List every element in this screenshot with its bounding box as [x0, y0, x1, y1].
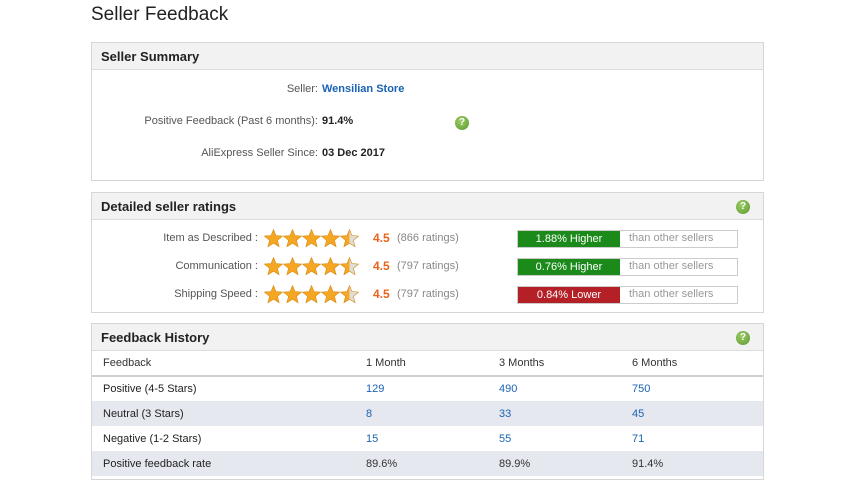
row-label: Negative (1-2 Stars) [103, 432, 202, 445]
comparison-badge: 0.84% Lower [518, 287, 620, 303]
seller-summary-header: Seller Summary [92, 43, 763, 70]
star-icon [301, 229, 322, 248]
star-icon [339, 257, 360, 276]
star-icon [301, 257, 322, 276]
seller-summary-title: Seller Summary [101, 49, 200, 64]
rating-label: Item as Described : [163, 232, 258, 244]
table-header-row: Feedback 1 Month 3 Months 6 Months [92, 351, 763, 377]
star-icon [339, 285, 360, 304]
column-header: Feedback [92, 351, 366, 377]
rating-count: (797 ratings) [397, 260, 459, 272]
star-icon [339, 229, 360, 248]
column-header: 1 Month [366, 351, 499, 377]
row-label: Neutral (3 Stars) [92, 401, 366, 426]
seller-row: Seller: Wensilian Store [92, 83, 763, 99]
rate-value: 91.4% [632, 451, 763, 476]
seller-label: Seller: [286, 83, 318, 95]
table-row: Positive (4-5 Stars) 129 490 750 [92, 376, 763, 401]
count-link[interactable]: 129 [366, 376, 499, 401]
star-icon [264, 229, 284, 248]
seller-name-link[interactable]: Wensilian Store [322, 83, 404, 95]
rating-row-communication: Communication : 4.5 (797 ratings) 0.76% … [92, 257, 763, 277]
seller-since-value: 03 Dec 2017 [322, 147, 385, 159]
rating-count: (797 ratings) [397, 288, 459, 300]
star-icon [320, 229, 341, 248]
comparison-text: than other sellers [629, 232, 714, 244]
rating-row-item-described: Item as Described : 4.5 (866 ratings) 1.… [92, 229, 763, 249]
count-link[interactable]: 8 [366, 401, 499, 426]
star-rating-icon [264, 285, 360, 304]
rating-row-shipping-speed: Shipping Speed : 4.5 (797 ratings) 0.84%… [92, 285, 763, 305]
star-icon [320, 285, 341, 304]
table-row: Negative (1-2 Stars) 15 55 71 [92, 426, 763, 451]
comparison-badge: 1.88% Higher [518, 231, 620, 247]
star-icon [264, 285, 284, 304]
count-link[interactable]: 750 [632, 376, 763, 401]
count-link[interactable]: 490 [499, 376, 632, 401]
feedback-history-panel: Feedback History ? Feedback 1 Month 3 Mo… [91, 323, 764, 480]
comparison-box: 0.76% Higher than other sellers [517, 258, 738, 276]
count-link[interactable]: 45 [632, 401, 763, 426]
seller-summary-panel: Seller Summary Seller: Wensilian Store P… [91, 42, 764, 181]
positive-feedback-row: Positive Feedback (Past 6 months): 91.4%… [92, 115, 763, 131]
row-label: Positive (4-5 Stars) [103, 383, 197, 395]
rating-count: (866 ratings) [397, 232, 459, 244]
rate-value: 89.6% [366, 451, 499, 476]
comparison-text: than other sellers [629, 260, 714, 272]
rating-label: Communication : [175, 260, 258, 272]
star-rating-icon [264, 257, 360, 276]
positive-feedback-value: 91.4% [322, 115, 354, 127]
comparison-box: 1.88% Higher than other sellers [517, 230, 738, 248]
star-icon [320, 257, 341, 276]
comparison-box: 0.84% Lower than other sellers [517, 286, 738, 304]
star-rating-icon [264, 229, 360, 248]
star-icon [301, 285, 322, 304]
seller-since-row: AliExpress Seller Since: 03 Dec 2017 [92, 147, 763, 163]
feedback-history-header: Feedback History ? [92, 324, 763, 351]
question-icon[interactable]: ? [455, 116, 469, 130]
seller-since-label: AliExpress Seller Since: [201, 147, 318, 159]
rating-score: 4.5 [373, 287, 390, 301]
question-icon[interactable]: ? [736, 200, 750, 214]
star-icon [282, 257, 303, 276]
star-icon [282, 229, 303, 248]
rating-label: Shipping Speed : [174, 288, 258, 300]
star-icon [282, 285, 303, 304]
column-header: 3 Months [499, 351, 632, 377]
detailed-ratings-title: Detailed seller ratings [101, 199, 237, 214]
rating-score: 4.5 [373, 259, 390, 273]
table-row: Neutral (3 Stars) 8 33 45 [92, 401, 763, 426]
count-link[interactable]: 55 [499, 426, 632, 451]
table-row: Positive feedback rate 89.6% 89.9% 91.4% [92, 451, 763, 476]
page-title: Seller Feedback [91, 4, 229, 25]
detailed-ratings-header: Detailed seller ratings ? [92, 193, 763, 220]
comparison-text: than other sellers [629, 288, 714, 300]
star-icon [264, 257, 284, 276]
comparison-badge: 0.76% Higher [518, 259, 620, 275]
question-icon[interactable]: ? [736, 331, 750, 345]
row-label: Positive feedback rate [92, 451, 366, 476]
column-header: 6 Months [632, 351, 763, 377]
rate-value: 89.9% [499, 451, 632, 476]
count-link[interactable]: 15 [366, 426, 499, 451]
feedback-history-title: Feedback History [101, 330, 210, 345]
count-link[interactable]: 71 [632, 426, 763, 451]
rating-score: 4.5 [373, 231, 390, 245]
count-link[interactable]: 33 [499, 401, 632, 426]
detailed-ratings-panel: Detailed seller ratings ? Item as Descri… [91, 192, 764, 313]
feedback-history-table: Feedback 1 Month 3 Months 6 Months Posit… [92, 351, 763, 476]
positive-feedback-label: Positive Feedback (Past 6 months): [144, 115, 318, 127]
